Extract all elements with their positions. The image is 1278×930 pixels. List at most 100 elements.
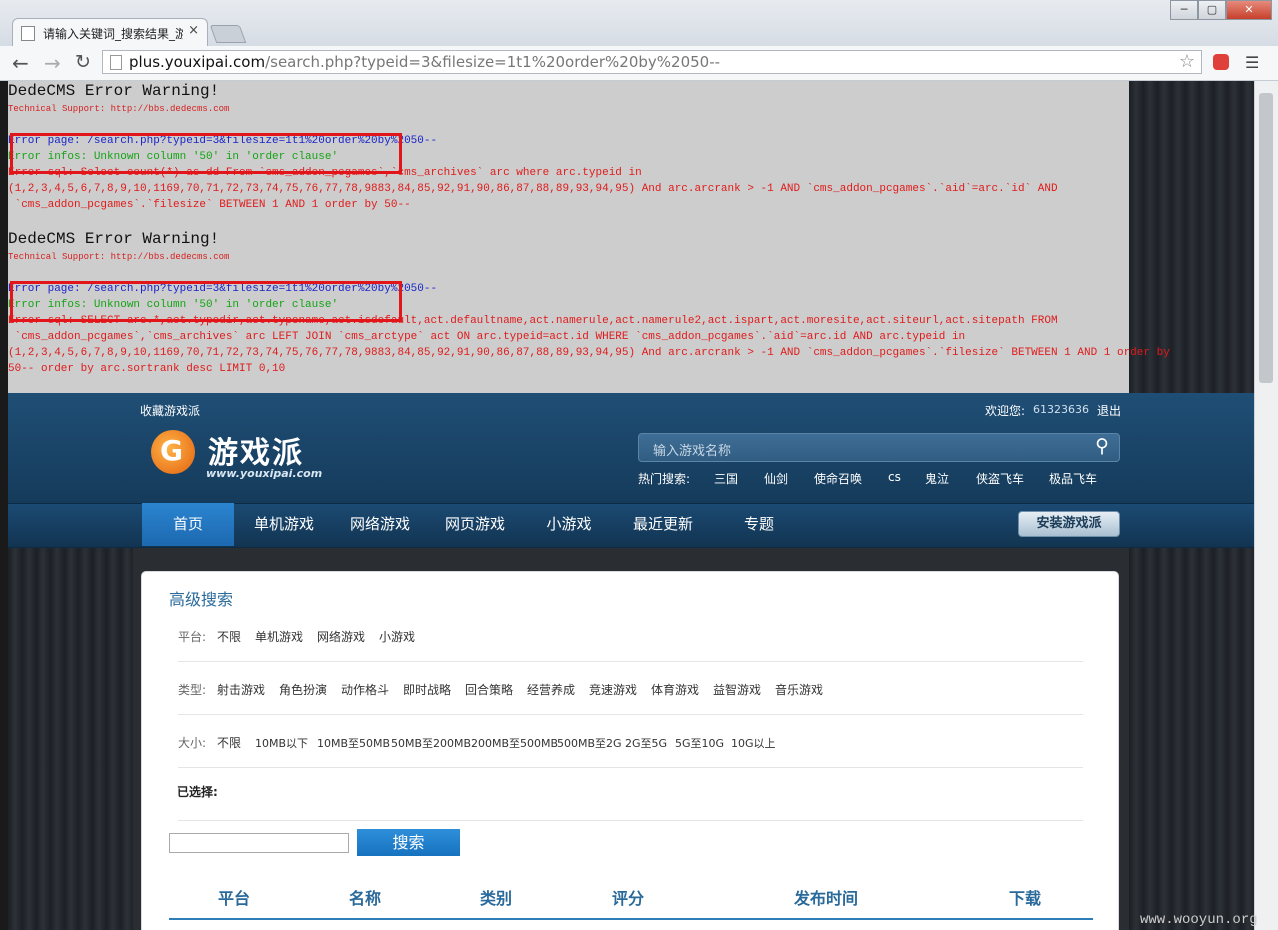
browser-tab[interactable]: 请输入关键词_搜索结果_游 × [12,18,208,46]
platform-option[interactable]: 不限 [217,628,241,645]
type-option[interactable]: 角色扮演 [279,681,327,698]
error-warning-title: DedeCMS Error Warning! [8,82,220,100]
size-option[interactable]: 10MB至50MB [317,735,390,751]
hot-search-label: 热门搜索: [638,472,691,486]
vertical-scrollbar[interactable] [1254,81,1278,930]
col-header-rating[interactable]: 评分 [612,885,644,909]
col-header-download[interactable]: 下载 [1009,885,1041,909]
nav-item-web-games[interactable]: 网页游戏 [435,503,515,546]
browser-toolbar: ← → ↻ plus.youxipai.com/search.php?typei… [0,46,1278,81]
error-sql-line: (1,2,3,4,5,6,7,8,9,10,1169,70,71,72,73,7… [8,347,1170,359]
minimize-button[interactable]: ─ [1170,0,1198,20]
bookmark-star-icon[interactable]: ☆ [1179,51,1195,72]
size-option[interactable]: 5G至10G [675,735,724,751]
type-option[interactable]: 经营养成 [527,681,575,698]
nav-item-mini-games[interactable]: 小游戏 [534,503,604,546]
nav-item-single-games[interactable]: 单机游戏 [244,503,324,546]
size-option[interactable]: 500MB至2G [557,735,622,751]
type-option[interactable]: 竞速游戏 [589,681,637,698]
type-option[interactable]: 即时战略 [403,681,451,698]
scrollbar-thumb[interactable] [1259,93,1273,383]
platform-label: 平台: [178,630,207,644]
hot-search-item[interactable]: 鬼泣 [925,470,949,487]
type-option[interactable]: 回合策略 [465,681,513,698]
col-header-name[interactable]: 名称 [349,885,381,909]
type-option[interactable]: 体育游戏 [651,681,699,698]
type-option[interactable]: 动作格斗 [341,681,389,698]
error-sql-line: 50-- order by arc.sortrank desc LIMIT 0,… [8,363,286,375]
error-warning-title: DedeCMS Error Warning! [8,230,220,248]
hot-search-item[interactable]: 极品飞车 [1049,470,1097,487]
technical-support-line: Technical Support: http://bbs.dedecms.co… [8,104,230,114]
col-header-category[interactable]: 类别 [480,885,512,909]
logo-url: www.youxipai.com [206,467,323,480]
size-option[interactable]: 不限 [217,734,241,751]
error-sql-line: `cms_addon_pcgames`.`filesize` BETWEEN 1… [8,199,411,211]
highlight-box [10,133,402,174]
hot-search-item[interactable]: cs [888,470,901,484]
back-arrow-icon[interactable]: ← [12,51,29,75]
col-header-platform[interactable]: 平台 [218,885,250,909]
size-option[interactable]: 200MB至500MB [471,735,558,751]
close-window-button[interactable]: ✕ [1226,0,1272,20]
hot-search-item[interactable]: 侠盗飞车 [976,470,1024,487]
highlight-box [10,281,402,322]
size-option[interactable]: 10MB以下 [255,735,308,751]
forward-arrow-icon[interactable]: → [44,51,61,75]
nav-item-home[interactable]: 首页 [142,503,234,546]
selected-filters-label: 已选择: [177,785,218,799]
search-icon[interactable]: ⚲ [1095,435,1109,457]
nav-item-topics[interactable]: 专题 [734,503,784,546]
window-controls: ─ ▢ ✕ [1170,0,1272,20]
type-label: 类型: [178,683,207,697]
nav-item-recent-updates[interactable]: 最近更新 [623,503,703,546]
platform-option[interactable]: 网络游戏 [317,628,365,645]
size-label: 大小: [178,736,207,750]
page-icon [110,55,122,70]
tab-close-icon[interactable]: × [188,23,199,38]
watermark: www.wooyun.org [1140,912,1258,928]
browser-menu-icon[interactable]: ☰ [1245,53,1259,72]
sql-error-output: DedeCMS Error Warning! Technical Support… [8,81,1170,393]
divider [178,820,1083,821]
error-sql-line: (1,2,3,4,5,6,7,8,9,10,1169,70,71,72,73,7… [8,183,1058,195]
tab-title: 请输入关键词_搜索结果_游 [43,27,183,41]
new-tab-button[interactable] [209,25,247,43]
table-header-underline [169,918,1093,920]
favorite-link[interactable]: 收藏游戏派 [140,402,200,419]
browser-titlebar: 请输入关键词_搜索结果_游 × ─ ▢ ✕ [0,0,1278,47]
hot-search-item[interactable]: 仙剑 [764,470,788,487]
page-viewport: DedeCMS Error Warning! Technical Support… [8,81,1254,930]
install-button[interactable]: 安装游戏派 [1018,511,1120,537]
platform-option[interactable]: 小游戏 [379,628,415,645]
technical-support-line: Technical Support: http://bbs.dedecms.co… [8,252,230,262]
type-option[interactable]: 音乐游戏 [775,681,823,698]
keyword-input[interactable] [169,833,349,853]
address-bar[interactable]: plus.youxipai.com/search.php?typeid=3&fi… [102,50,1202,74]
size-option[interactable]: 2G至5G [625,735,667,751]
divider [178,767,1083,768]
hot-search-item[interactable]: 三国 [714,470,738,487]
type-option[interactable]: 射击游戏 [217,681,265,698]
hot-search-item[interactable]: 使命召唤 [814,470,862,487]
site-search-input[interactable]: 输入游戏名称 ⚲ [638,433,1120,462]
logo-icon[interactable]: G [151,430,195,474]
col-header-release-date[interactable]: 发布时间 [794,885,858,909]
size-option[interactable]: 50MB至200MB [391,735,471,751]
logo-text[interactable]: 游戏派 [208,428,304,472]
size-option[interactable]: 10G以上 [731,735,776,751]
platform-option[interactable]: 单机游戏 [255,628,303,645]
extension-icon[interactable] [1213,54,1229,70]
search-placeholder: 输入游戏名称 [653,444,732,459]
username[interactable]: 61323636 [1033,403,1089,416]
logout-link[interactable]: 退出 [1097,402,1121,419]
page-favicon-icon [21,26,35,41]
search-button[interactable]: 搜索 [357,829,460,856]
type-option[interactable]: 益智游戏 [713,681,761,698]
nav-item-online-games[interactable]: 网络游戏 [340,503,420,546]
reload-icon[interactable]: ↻ [75,51,91,73]
maximize-button[interactable]: ▢ [1198,0,1226,20]
url-path: /search.php?typeid=3&filesize=1t1%20orde… [265,53,721,71]
advanced-search-title: 高级搜索 [169,590,234,609]
url-host: plus.youxipai.com [129,53,266,71]
